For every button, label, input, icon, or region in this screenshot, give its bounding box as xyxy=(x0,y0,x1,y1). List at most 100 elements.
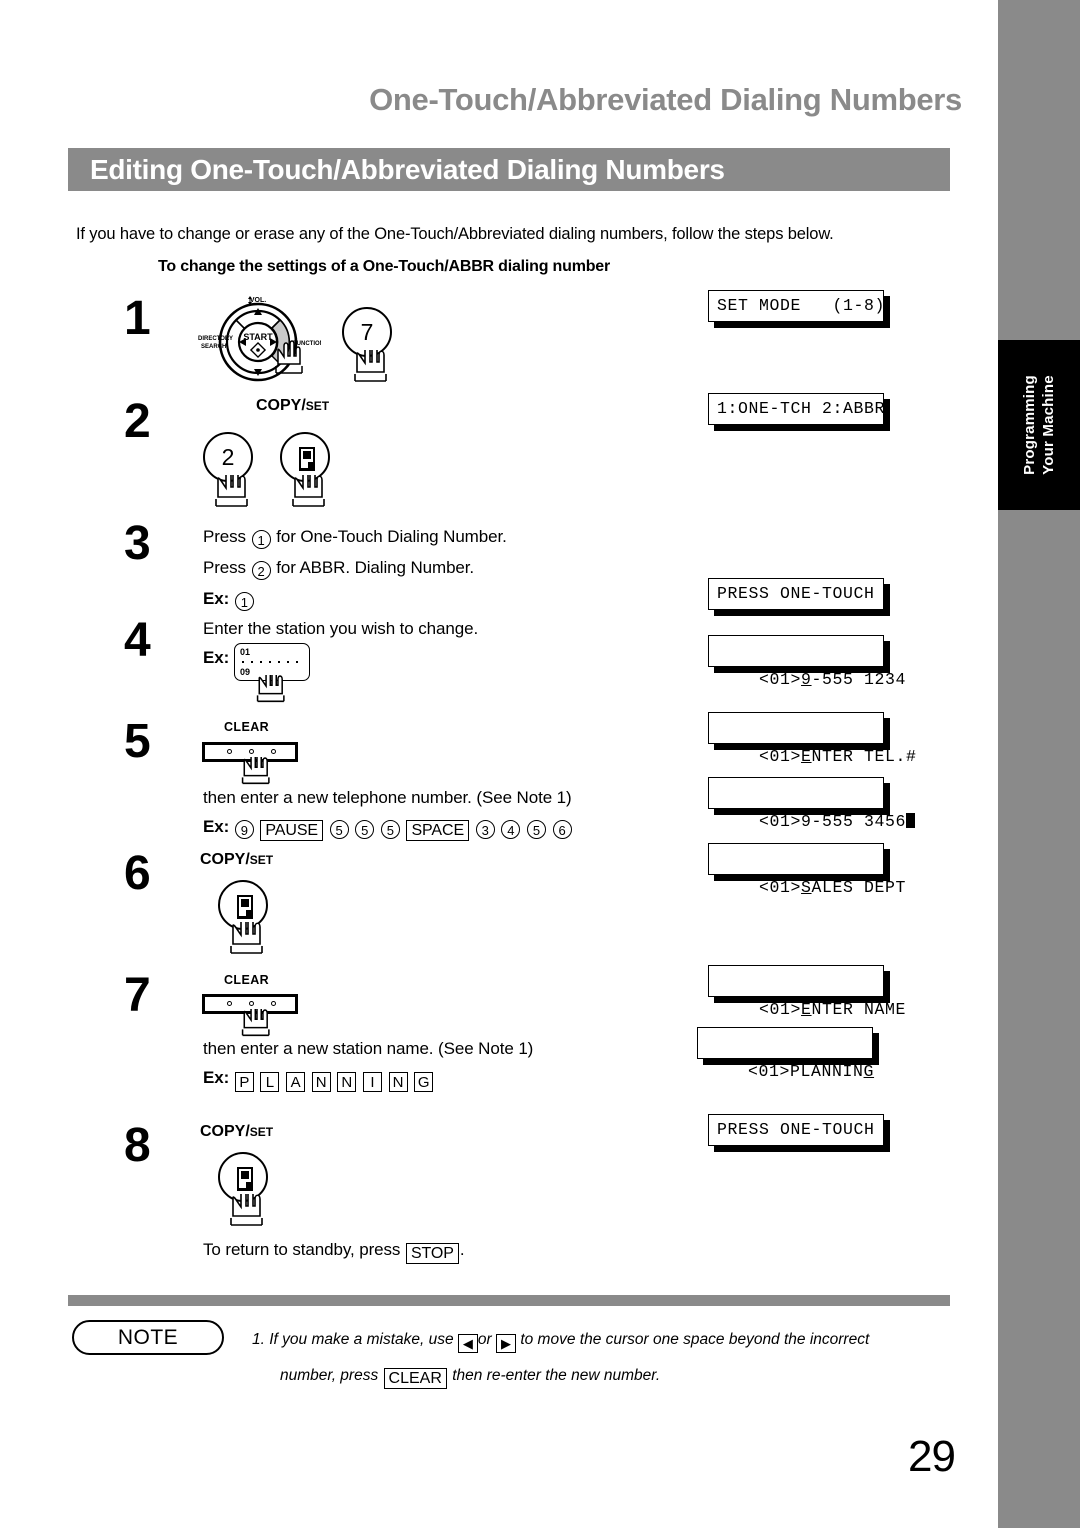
document-page: Programming Your Machine One-Touch/Abbre… xyxy=(0,0,1080,1528)
copy-set-label-step2: COPY/SET xyxy=(256,397,329,415)
set-label: SET xyxy=(249,853,274,867)
example-key-n[interactable]: N xyxy=(311,1072,331,1092)
page-edge-band xyxy=(998,0,1080,1528)
section-header-bar: Editing One-Touch/Abbreviated Dialing Nu… xyxy=(68,148,950,191)
copy-set-label-step8: COPY/SET xyxy=(200,1123,273,1141)
lcd-display-planning: <01>PLANNING xyxy=(697,1027,873,1081)
example-key-i[interactable]: I xyxy=(362,1072,382,1092)
step-number-7: 7 xyxy=(124,969,151,1022)
example-key-n[interactable]: N xyxy=(337,1072,357,1092)
example-key-pause[interactable]: PAUSE xyxy=(260,820,323,841)
step-number-5: 5 xyxy=(124,715,151,768)
lcd-pre: <01>9-555 3456 xyxy=(759,812,907,831)
intro-paragraph: If you have to change or erase any of th… xyxy=(76,225,834,243)
note-line1-pre: 1. If you make a mistake, use xyxy=(252,1331,454,1348)
stop-key[interactable]: STOP xyxy=(405,1243,459,1264)
note-or: or xyxy=(477,1331,492,1348)
note-badge: NOTE xyxy=(72,1320,224,1355)
lcd-pre: <01>PLANNIN xyxy=(748,1062,864,1081)
step-number-1: 1 xyxy=(124,292,151,345)
step-number-8: 8 xyxy=(124,1119,151,1172)
example-key-g[interactable]: G xyxy=(414,1072,434,1092)
svg-text:START: START xyxy=(243,332,273,342)
lcd-pre: <01> xyxy=(759,878,802,897)
svg-text:VOL.: VOL. xyxy=(250,297,266,304)
standby-text-post: . xyxy=(459,1240,465,1259)
chapter-title: One-Touch/Abbreviated Dialing Numbers xyxy=(369,82,962,117)
arrow-left-icon[interactable]: ◀ xyxy=(457,1334,478,1353)
step7-example-keys: P L A N N I N G xyxy=(229,1068,434,1092)
lcd-display-onetch-abbr: 1:ONE-TCH 2:ABBR xyxy=(708,393,884,425)
lcd-display-enter-tel: <01>ENTER TEL.# xyxy=(708,712,916,766)
example-label: Ex: xyxy=(203,589,230,608)
example-key-p[interactable]: P xyxy=(234,1072,254,1092)
step5-line1: then enter a new telephone number. (See … xyxy=(203,788,572,807)
navigation-dial-illustration: START VOL. DIRECTORY SEARCH FUNCTION xyxy=(196,292,324,387)
example-key-5[interactable]: 5 xyxy=(526,820,546,839)
step8-standby-line: To return to standby, press STOP. xyxy=(203,1240,465,1264)
svg-text:FUNCTION: FUNCTION xyxy=(293,341,321,347)
pointing-hand-icon xyxy=(213,468,253,508)
example-key-l[interactable]: L xyxy=(260,1072,280,1092)
inline-key-1[interactable]: 1 xyxy=(251,530,271,549)
chapter-tab-line2: Your Machine xyxy=(1040,375,1057,475)
step3-line1-post: for One-Touch Dialing Number. xyxy=(276,527,507,546)
note-line2-pre: number, press xyxy=(280,1367,379,1384)
lcd-post: -555 1234 xyxy=(811,670,907,689)
step3-line1-pre: Press xyxy=(203,527,246,546)
lcd-cursor-char: E xyxy=(801,1000,812,1019)
step5-example: Ex: 9 PAUSE 5 5 5 SPACE 3 4 5 6 xyxy=(203,817,573,841)
example-key-space[interactable]: SPACE xyxy=(406,820,470,841)
example-key-5[interactable]: 5 xyxy=(329,820,349,839)
copy-label: COPY xyxy=(200,1123,246,1140)
step3-example: Ex: 1 xyxy=(203,589,255,611)
step5-example-keys: 9 PAUSE 5 5 5 SPACE 3 4 5 6 xyxy=(229,817,572,841)
pointing-hand-icon xyxy=(228,915,268,955)
pointing-hand-icon xyxy=(352,343,392,383)
chapter-tab-line1: Programming xyxy=(1021,375,1038,475)
note-line2-post: then re-enter the new number. xyxy=(452,1367,661,1384)
clear-button-label-step5: CLEAR xyxy=(224,720,270,734)
example-key-a[interactable]: A xyxy=(286,1072,306,1092)
copy-label: COPY xyxy=(200,851,246,868)
example-key-5[interactable]: 5 xyxy=(355,820,375,839)
pointing-hand-icon xyxy=(255,669,289,703)
procedure-subheading: To change the settings of a One-Touch/AB… xyxy=(158,258,611,275)
arrow-right-icon[interactable]: ▶ xyxy=(496,1334,517,1353)
lcd-cursor-char: 9 xyxy=(801,670,812,689)
standby-text-pre: To return to standby, press xyxy=(203,1240,401,1259)
example-key-n[interactable]: N xyxy=(388,1072,408,1092)
lcd-pre: <01> xyxy=(759,747,802,766)
set-label: SET xyxy=(249,1125,274,1139)
step-number-3: 3 xyxy=(124,517,151,570)
step7-line1: then enter a new station name. (See Note… xyxy=(203,1039,534,1058)
clear-key[interactable]: CLEAR xyxy=(383,1368,447,1389)
chapter-tab-label: Programming Your Machine xyxy=(1020,375,1058,475)
step3-line2: Press 2 for ABBR. Dialing Number. xyxy=(203,558,474,580)
example-key-4[interactable]: 4 xyxy=(501,820,521,839)
example-key-5[interactable]: 5 xyxy=(380,820,400,839)
lcd-post: ALES DEPT xyxy=(811,878,907,897)
lcd-display-current-number: <01>9-555 1234 xyxy=(708,635,905,689)
station-panel-top-label: 01 xyxy=(240,647,251,657)
lcd-display-new-number: <01>9-555 3456 xyxy=(708,777,916,831)
set-label: SET xyxy=(305,399,330,413)
example-key-3[interactable]: 3 xyxy=(475,820,495,839)
step-number-2: 2 xyxy=(124,395,151,448)
svg-text:SEARCH: SEARCH xyxy=(201,344,226,350)
example-label: Ex: xyxy=(203,1068,230,1087)
page-number: 29 xyxy=(908,1432,956,1481)
station-panel-bottom-label: 09 xyxy=(240,667,251,677)
example-key-9[interactable]: 9 xyxy=(234,820,254,839)
svg-text:DIRECTORY: DIRECTORY xyxy=(198,336,233,342)
inline-key-2[interactable]: 2 xyxy=(251,561,271,580)
example-key-1[interactable]: 1 xyxy=(234,592,254,611)
lcd-cursor-block xyxy=(906,813,916,828)
copy-label: COPY xyxy=(256,397,302,414)
pointing-hand-icon xyxy=(240,1003,274,1037)
pointing-hand-icon xyxy=(240,751,274,785)
step-number-6: 6 xyxy=(124,847,151,900)
lcd-cursor-char: S xyxy=(801,878,812,897)
example-key-6[interactable]: 6 xyxy=(552,820,572,839)
lcd-display-enter-name: <01>ENTER NAME xyxy=(708,965,905,1019)
